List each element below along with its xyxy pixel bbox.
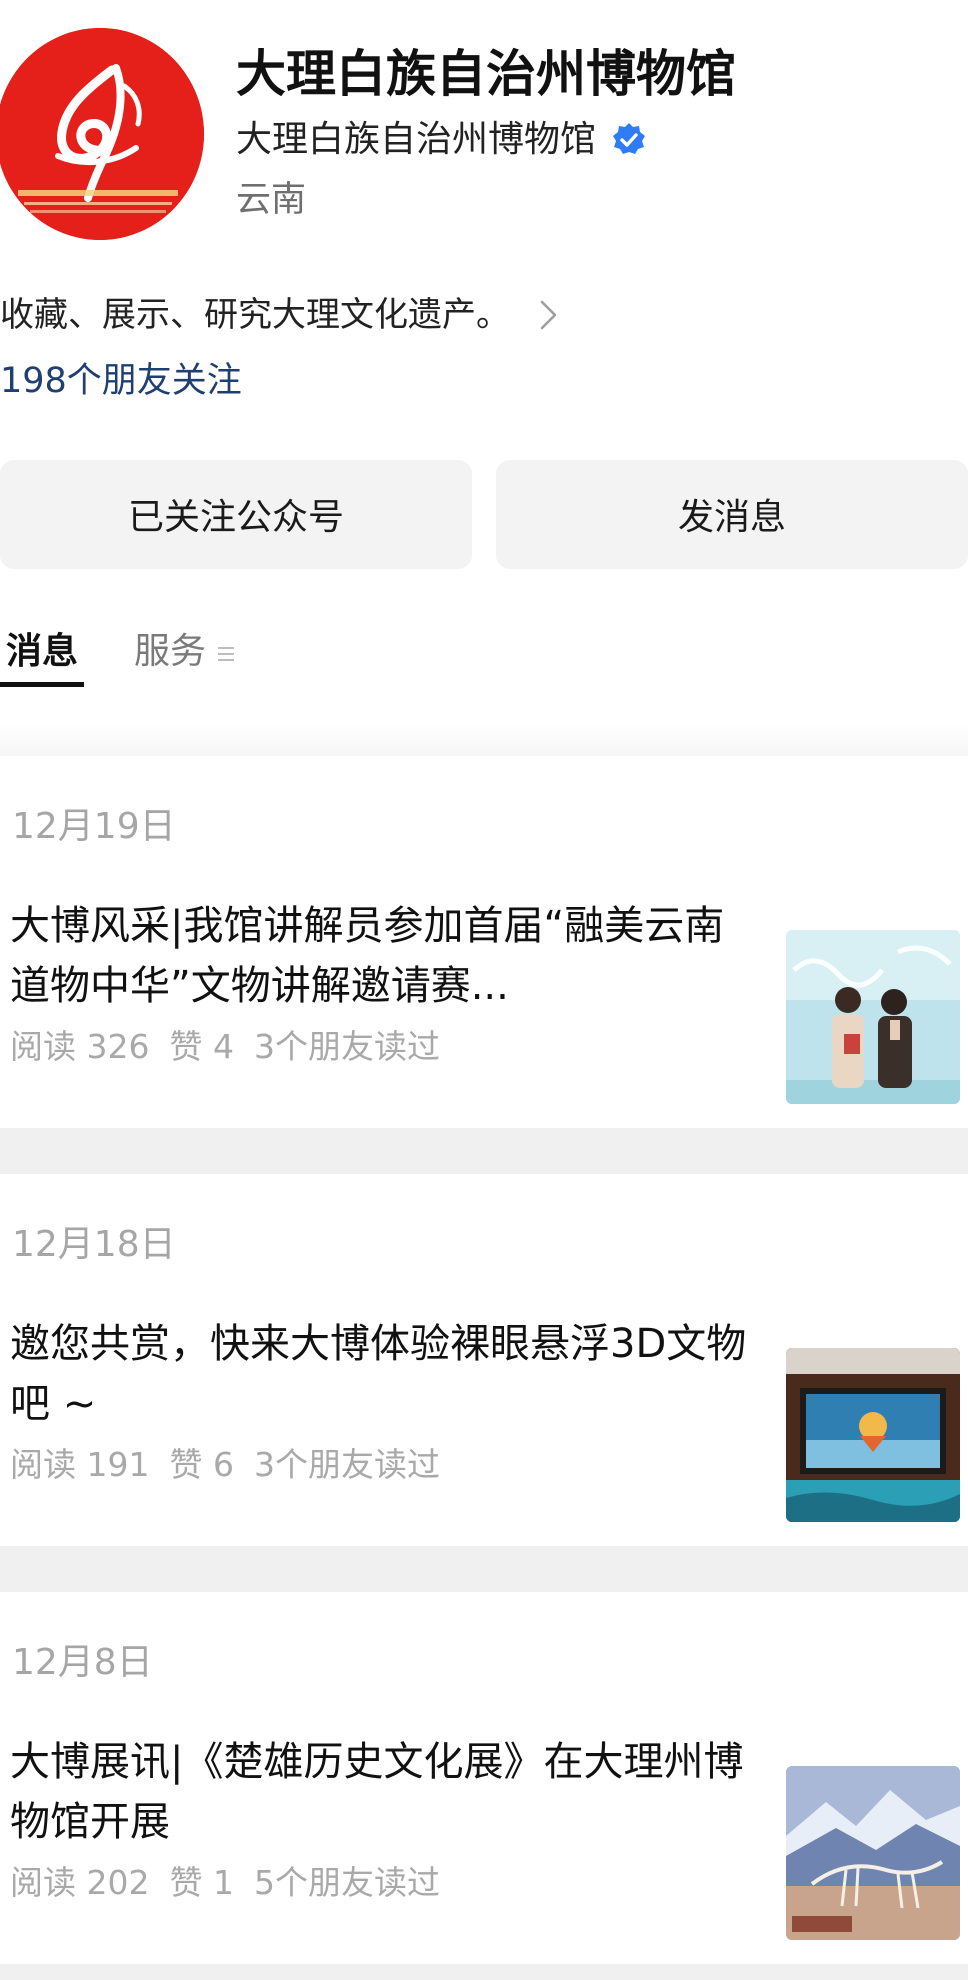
article-friends-read: 5个朋友读过 bbox=[253, 1863, 440, 1902]
verified-row[interactable]: 大理白族自治州博物馆 bbox=[236, 112, 648, 168]
article-friends-read: 3个朋友读过 bbox=[253, 1027, 440, 1066]
article-title[interactable]: 邀您共赏，快来大博体验裸眼悬浮3D文物吧 ~ bbox=[10, 1314, 756, 1434]
article-stats: 阅读 326 赞 4 3个朋友读过 bbox=[10, 1022, 460, 1072]
museum-logo-icon[interactable] bbox=[0, 28, 204, 240]
article-reads: 阅读 202 bbox=[10, 1863, 150, 1902]
article-card[interactable]: 12月19日 大博风采|我馆讲解员参加首届“融美云南 道物中华”文物讲解邀请赛.… bbox=[0, 756, 968, 1128]
article-stats: 阅读 202 赞 1 5个朋友读过 bbox=[10, 1858, 460, 1908]
article-likes: 赞 6 bbox=[169, 1445, 234, 1484]
account-description: 收藏、展示、研究大理文化遗产。 bbox=[0, 295, 510, 335]
article-card[interactable]: 12月18日 邀您共赏，快来大博体验裸眼悬浮3D文物吧 ~ 阅读 191 赞 6 3… bbox=[0, 1174, 968, 1546]
article-likes: 赞 4 bbox=[169, 1027, 234, 1066]
article-stats: 阅读 191 赞 6 3个朋友读过 bbox=[10, 1440, 460, 1490]
article-thumbnail[interactable] bbox=[786, 930, 960, 1104]
friends-following-link[interactable]: 198个朋友关注 bbox=[0, 352, 242, 410]
account-region: 云南 bbox=[236, 180, 307, 220]
account-header: 大理白族自治州博物馆 大理白族自治州博物馆 云南 bbox=[0, 0, 968, 260]
tab-messages[interactable]: 消息 bbox=[6, 620, 78, 684]
article-date: 12月8日 bbox=[12, 1642, 153, 1683]
active-tab-indicator bbox=[0, 682, 84, 687]
account-description-row[interactable]: 收藏、展示、研究大理文化遗产。 bbox=[0, 286, 560, 344]
feed-divider bbox=[0, 722, 968, 756]
article-likes: 赞 1 bbox=[169, 1863, 234, 1902]
article-card[interactable]: 12月8日 大博展讯|《楚雄历史文化展》在大理州博物馆开展 阅读 202 赞 1 5… bbox=[0, 1592, 968, 1964]
verified-name: 大理白族自治州博物馆 bbox=[236, 119, 597, 160]
article-reads: 阅读 191 bbox=[10, 1445, 150, 1484]
followed-account-button[interactable]: 已关注公众号 bbox=[0, 460, 472, 568]
menu-lines-icon bbox=[216, 644, 236, 664]
verified-badge-icon bbox=[610, 121, 648, 159]
article-friends-read: 3个朋友读过 bbox=[253, 1445, 440, 1484]
article-thumbnail[interactable] bbox=[786, 1348, 960, 1522]
account-title: 大理白族自治州博物馆 bbox=[236, 45, 736, 103]
article-thumbnail[interactable] bbox=[786, 1766, 960, 1940]
send-message-button[interactable]: 发消息 bbox=[496, 460, 968, 568]
content-tabs: 消息 服务 bbox=[0, 620, 968, 694]
chevron-right-icon bbox=[538, 298, 560, 332]
tab-services[interactable]: 服务 bbox=[134, 620, 206, 684]
article-title[interactable]: 大博展讯|《楚雄历史文化展》在大理州博物馆开展 bbox=[10, 1732, 756, 1852]
article-date: 12月18日 bbox=[12, 1224, 176, 1265]
article-reads: 阅读 326 bbox=[10, 1027, 150, 1066]
article-title[interactable]: 大博风采|我馆讲解员参加首届“融美云南 道物中华”文物讲解邀请赛... bbox=[10, 896, 756, 1016]
article-date: 12月19日 bbox=[12, 806, 176, 847]
